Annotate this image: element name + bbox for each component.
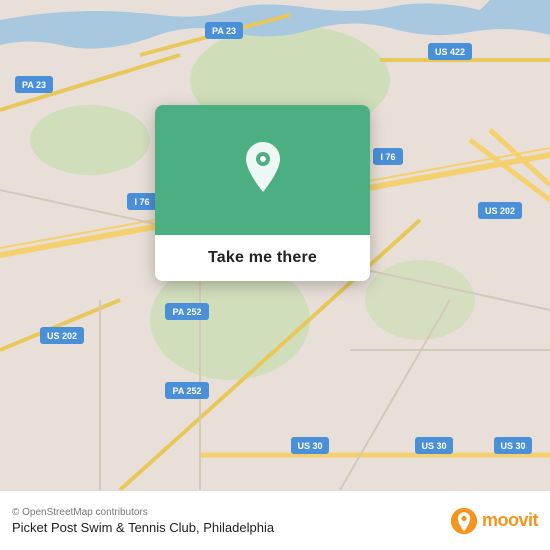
svg-text:US 422: US 422 (435, 47, 465, 57)
bottom-bar: © OpenStreetMap contributors Picket Post… (0, 490, 550, 550)
svg-text:US 30: US 30 (297, 441, 322, 451)
map-container: PA 23 PA 23 US 422 I 76 I 76 US 202 US 2… (0, 0, 550, 490)
moovit-logo[interactable]: moovit (450, 507, 538, 535)
card-map-area (155, 105, 370, 235)
moovit-icon (450, 507, 478, 535)
svg-text:PA 252: PA 252 (172, 386, 201, 396)
svg-text:PA 23: PA 23 (212, 26, 236, 36)
svg-text:PA 23: PA 23 (22, 80, 46, 90)
svg-text:I 76: I 76 (134, 197, 149, 207)
svg-text:US 30: US 30 (421, 441, 446, 451)
svg-text:I 76: I 76 (380, 152, 395, 162)
svg-text:US 202: US 202 (485, 206, 515, 216)
copyright-text: © OpenStreetMap contributors (12, 507, 274, 518)
take-me-there-button[interactable]: Take me there (155, 235, 370, 281)
svg-text:US 30: US 30 (500, 441, 525, 451)
location-name: Picket Post Swim & Tennis Club, Philadel… (12, 520, 274, 535)
svg-text:US 202: US 202 (47, 331, 77, 341)
location-card: Take me there (155, 105, 370, 281)
moovit-text: moovit (482, 510, 538, 531)
location-pin-icon (239, 146, 287, 194)
bottom-left: © OpenStreetMap contributors Picket Post… (12, 507, 274, 535)
svg-text:PA 252: PA 252 (172, 307, 201, 317)
